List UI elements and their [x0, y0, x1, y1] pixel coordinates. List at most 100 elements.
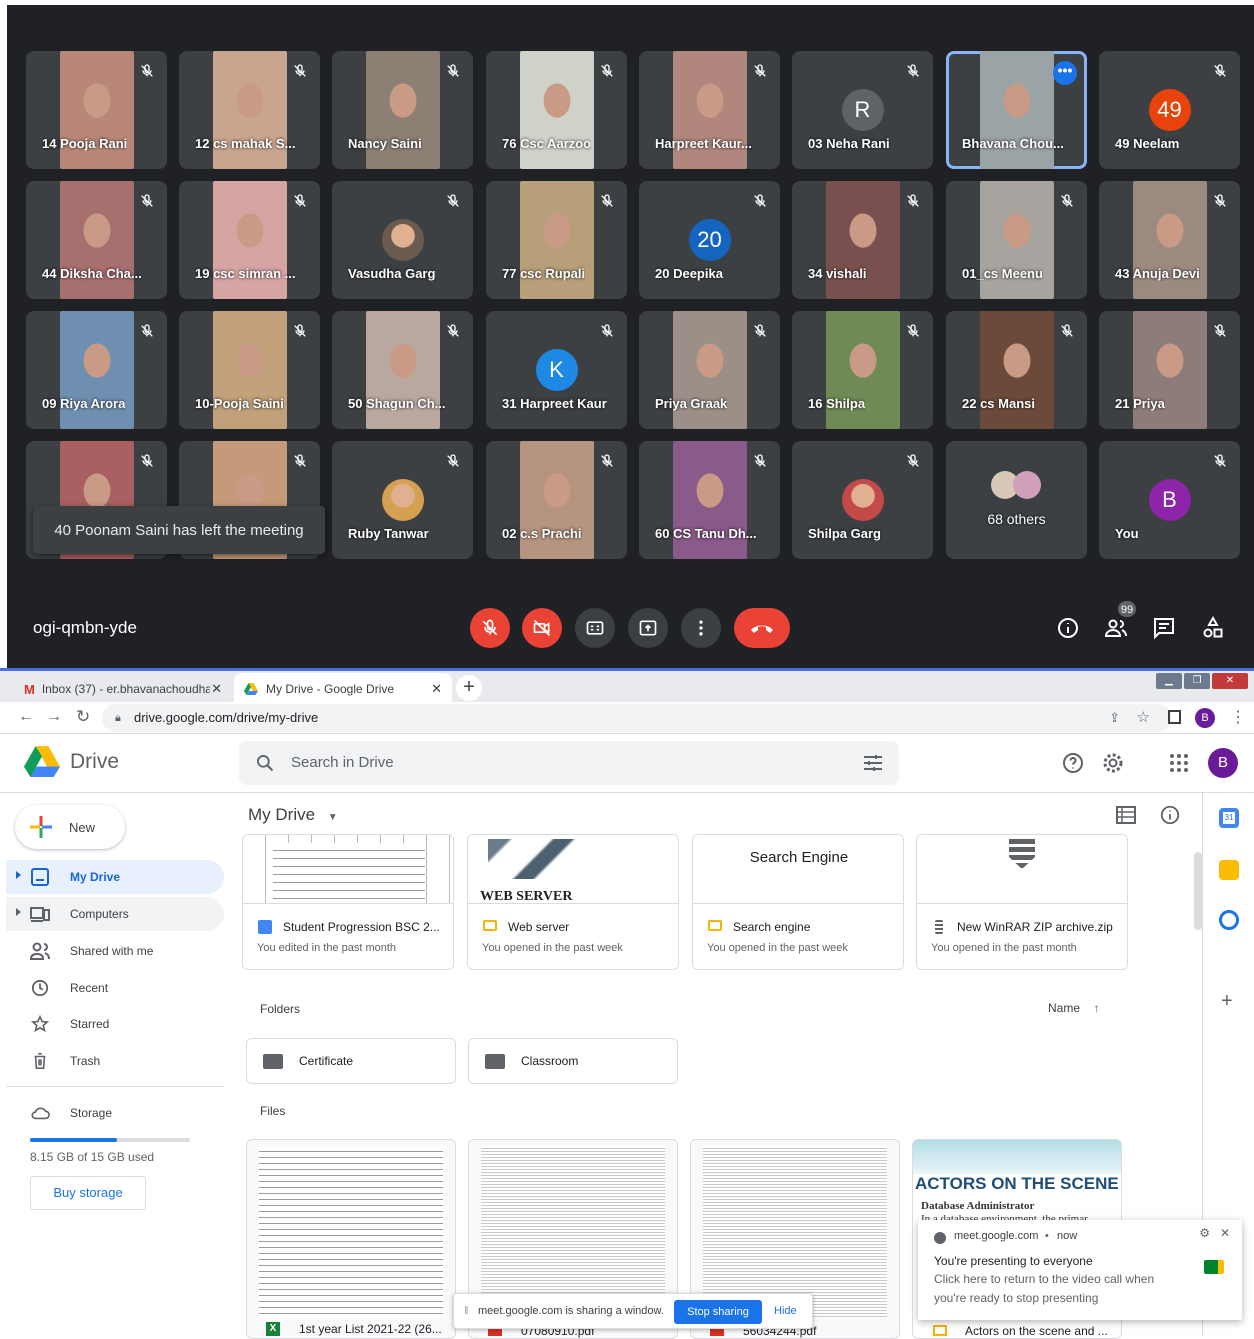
minimize-icon[interactable]: ▁: [1156, 673, 1182, 689]
activities-button[interactable]: [1200, 615, 1226, 641]
nav-item-computers[interactable]: Computers: [6, 897, 224, 931]
expand-arrow-icon[interactable]: [16, 871, 21, 879]
calendar-icon[interactable]: 31: [1219, 808, 1239, 828]
presenting-notification[interactable]: meet.google.com • now ⚙ ✕ You're present…: [918, 1220, 1242, 1320]
new-tab-button[interactable]: +: [456, 675, 482, 701]
expand-arrow-icon[interactable]: [16, 908, 21, 916]
participant-tile[interactable]: 21 Priya: [1099, 311, 1240, 429]
bookmark-star-icon[interactable]: ☆: [1137, 704, 1150, 732]
participant-tile[interactable]: 16 Shilpa: [792, 311, 933, 429]
participant-tile[interactable]: Vasudha Garg: [332, 181, 473, 299]
my-drive-title[interactable]: My Drive ▼: [248, 805, 338, 825]
participant-tile[interactable]: 20 20 Deepika: [639, 181, 780, 299]
new-button[interactable]: New: [15, 805, 125, 849]
participant-tile[interactable]: 68 others: [946, 441, 1087, 559]
buy-storage-button[interactable]: Buy storage: [30, 1176, 146, 1210]
participant-tile[interactable]: 50 Shagun Ch...: [332, 311, 473, 429]
participant-tile[interactable]: 09 Riya Arora: [26, 311, 167, 429]
suggested-file-card[interactable]: Student Progression BSC 2... You edited i…: [242, 834, 454, 970]
participant-tile[interactable]: 19 csc simran ...: [179, 181, 320, 299]
settings-gear-icon[interactable]: [1101, 751, 1125, 775]
hide-button[interactable]: Hide: [774, 1305, 797, 1317]
close-window-icon[interactable]: ✕: [1212, 673, 1248, 689]
present-button[interactable]: [628, 608, 668, 648]
participant-tile[interactable]: B You: [1099, 441, 1240, 559]
notif-close-icon[interactable]: ✕: [1220, 1226, 1230, 1240]
search-options-icon[interactable]: [863, 754, 883, 772]
participant-tile[interactable]: K 31 Harpreet Kaur: [486, 311, 627, 429]
camera-toggle-button[interactable]: [522, 608, 562, 648]
participant-tile[interactable]: 10-Pooja Saini: [179, 311, 320, 429]
url-field[interactable]: 🔒︎ drive.google.com/drive/my-drive ⇪ ☆: [102, 704, 1172, 732]
leave-call-button[interactable]: [734, 608, 790, 648]
nav-item-storage[interactable]: Storage: [6, 1096, 224, 1130]
participant-tile[interactable]: Ruby Tanwar: [332, 441, 473, 559]
close-tab-icon[interactable]: ✕: [211, 681, 222, 697]
participant-tile[interactable]: Nancy Saini: [332, 51, 473, 169]
sort-by-name[interactable]: Name ↑: [1048, 1001, 1099, 1015]
participant-tile[interactable]: Shilpa Garg: [792, 441, 933, 559]
participant-tile[interactable]: Bhavana Chou... •••: [946, 51, 1087, 169]
participant-tile[interactable]: 43 Anuja Devi: [1099, 181, 1240, 299]
mic-toggle-button[interactable]: [470, 608, 510, 648]
participant-tile[interactable]: 14 Pooja Rani: [26, 51, 167, 169]
nav-item-shared[interactable]: Shared with me: [6, 934, 224, 968]
tasks-icon[interactable]: [1219, 910, 1239, 930]
participant-tile[interactable]: 76 Csc Aarzoo: [486, 51, 627, 169]
participant-tile[interactable]: 44 Diksha Cha...: [26, 181, 167, 299]
tab-drive[interactable]: My Drive - Google Drive ✕: [234, 673, 452, 705]
participant-tile[interactable]: 12 cs mahak S...: [179, 51, 320, 169]
participant-tile[interactable]: R 03 Neha Rani: [792, 51, 933, 169]
folder-item[interactable]: Certificate: [246, 1038, 456, 1084]
chat-button[interactable]: [1151, 615, 1177, 641]
notif-settings-icon[interactable]: ⚙: [1199, 1226, 1210, 1240]
drag-handle-icon[interactable]: ‖: [464, 1305, 469, 1317]
participant-tile[interactable]: Harpreet Kaur...: [639, 51, 780, 169]
profile-avatar[interactable]: B: [1195, 708, 1215, 728]
participant-tile[interactable]: 22 cs Mansi: [946, 311, 1087, 429]
nav-item-recent[interactable]: Recent: [6, 971, 224, 1005]
scrollbar-thumb[interactable]: [1194, 852, 1202, 930]
nav-item-starred[interactable]: Starred: [6, 1007, 224, 1041]
search-input[interactable]: Search in Drive: [291, 754, 394, 771]
close-tab-icon[interactable]: ✕: [431, 681, 442, 697]
participant-tile[interactable]: 49 49 Neelam: [1099, 51, 1240, 169]
suggested-file-card[interactable]: New WinRAR ZIP archive.zip You opened in …: [916, 834, 1128, 970]
drive-logo[interactable]: Drive: [24, 746, 119, 777]
search-bar[interactable]: Search in Drive: [239, 741, 899, 785]
participant-name: Harpreet Kaur...: [655, 136, 752, 151]
restore-icon[interactable]: ❐: [1184, 673, 1210, 689]
back-icon[interactable]: ←: [18, 708, 34, 726]
people-button[interactable]: [1103, 615, 1129, 641]
help-icon[interactable]: [1061, 751, 1085, 775]
participant-tile[interactable]: 60 CS Tanu Dh...: [639, 441, 780, 559]
more-options-button[interactable]: [681, 608, 721, 648]
meeting-details-button[interactable]: [1055, 615, 1081, 641]
captions-button[interactable]: [575, 608, 615, 648]
participant-tile[interactable]: Priya Graak: [639, 311, 780, 429]
participant-tile[interactable]: 34 vishali: [792, 181, 933, 299]
participant-tile[interactable]: 02 c.s Prachi: [486, 441, 627, 559]
reload-icon[interactable]: ↻: [76, 707, 90, 727]
suggested-file-card[interactable]: WEB SERVER Web server You opened in the pa…: [467, 834, 679, 970]
participant-tile[interactable]: 77 csc Rupali: [486, 181, 627, 299]
side-panel-icon[interactable]: [1168, 710, 1181, 724]
suggested-file-card[interactable]: Search Engine Search engine You opened in …: [692, 834, 904, 970]
keep-icon[interactable]: [1219, 860, 1239, 880]
stop-sharing-button[interactable]: Stop sharing: [674, 1300, 762, 1324]
browser-menu-icon[interactable]: ⋮: [1230, 707, 1246, 727]
participant-tile[interactable]: 01_cs Meenu: [946, 181, 1087, 299]
tab-gmail[interactable]: M Inbox (37) - er.bhavanachoudhar ✕: [14, 673, 232, 705]
folder-item[interactable]: Classroom: [468, 1038, 678, 1084]
details-info-icon[interactable]: [1159, 804, 1181, 826]
add-addon-icon[interactable]: +: [1221, 990, 1233, 1013]
list-view-icon[interactable]: [1116, 806, 1136, 824]
nav-item-trash[interactable]: Trash: [6, 1044, 224, 1078]
share-page-icon[interactable]: ⇪: [1109, 704, 1120, 732]
apps-grid-icon[interactable]: [1167, 751, 1191, 775]
nav-item-my-drive[interactable]: My Drive: [6, 860, 224, 894]
forward-icon[interactable]: →: [46, 708, 62, 726]
file-card[interactable]: X 1st year List 2021-22 (26...: [246, 1139, 456, 1339]
tile-options-icon[interactable]: •••: [1053, 61, 1077, 85]
account-avatar[interactable]: B: [1208, 748, 1238, 778]
